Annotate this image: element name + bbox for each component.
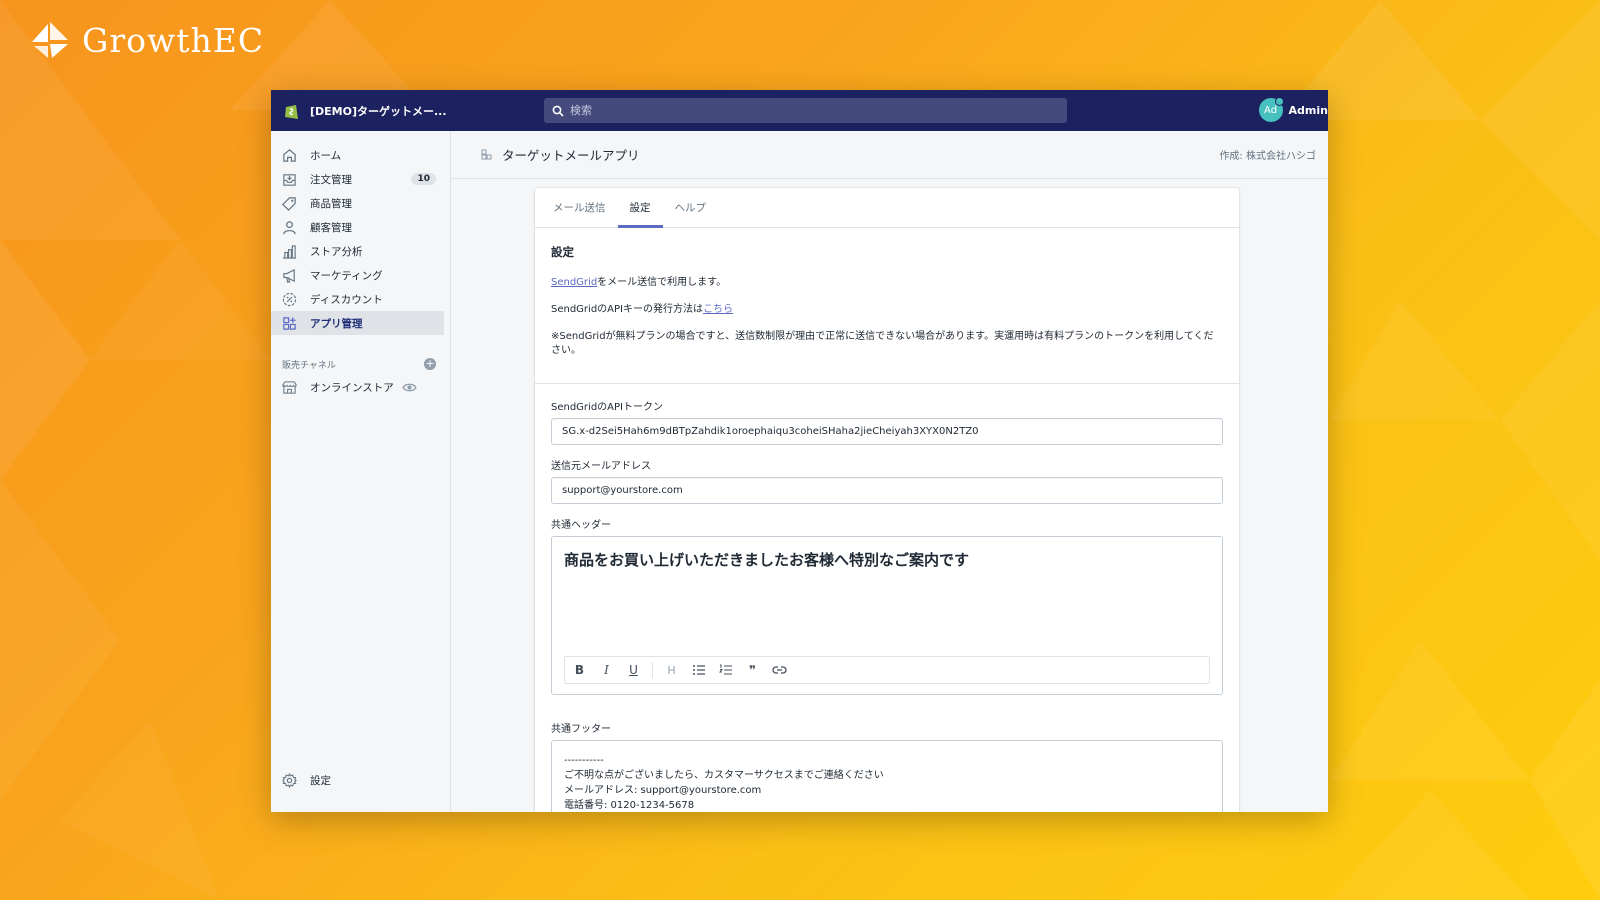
sidebar-item-label: 顧客管理 [310,221,352,234]
sendgrid-usage-rest: をメール送信で利用します。 [597,277,727,288]
section-title: 設定 [551,245,574,259]
common-footer-editor[interactable]: ----------- ご不明な点がございましたら、カスタマーサクセスまでご連絡… [551,740,1223,812]
customer-icon [283,220,296,234]
sidebar-item-discounts[interactable]: ディスカウント [271,287,444,311]
common-footer-label: 共通フッター [551,724,611,735]
add-channel-icon[interactable]: + [424,358,436,370]
megaphone-icon [283,268,295,283]
italic-button[interactable]: I [598,662,615,679]
sidebar-item-label: ディスカウント [310,293,383,306]
bullet-list-button[interactable] [690,662,707,679]
home-icon [283,148,296,162]
sidebar-item-label: 商品管理 [310,197,352,210]
settings-card: メール送信 設定 ヘルプ 設定 SendGridをメール送信で利用します。 Se… [535,188,1239,812]
sidebar-item-online-store[interactable]: オンラインストア [271,375,444,399]
app-title: ターゲットメールアプリ [502,148,640,163]
brand-name: GrowthEC [82,20,265,60]
footer-line: メールアドレス: support@yourstore.com [564,785,762,796]
sales-channels-heading: 販売チャネル + [271,353,450,375]
numbered-list-button[interactable] [717,662,734,679]
avatar[interactable]: Ad [1258,97,1284,122]
settings-info-section: 設定 SendGridをメール送信で利用します。 SendGridのAPIキーの… [535,228,1239,384]
tab-bar: メール送信 設定 ヘルプ [535,188,1239,228]
search-bar[interactable] [544,98,1067,123]
shopify-logo-icon[interactable] [282,101,302,121]
bullet-list-icon [692,665,705,675]
store-name[interactable]: [DEMO]ターゲットメー... [310,103,447,119]
sidebar-item-orders[interactable]: 注文管理 10 [271,167,444,191]
search-icon [552,105,564,117]
api-token-field[interactable] [551,418,1223,445]
gear-icon [282,772,297,788]
eye-icon[interactable] [402,380,417,395]
settings-form: SendGridのAPIトークン 送信元メールアドレス 共通ヘッダー 商品をお買… [535,384,1239,812]
sidebar-item-label: オンラインストア [310,381,394,394]
analytics-icon [282,244,297,259]
app-header: ターゲットメールアプリ 作成: 株式会社ハシゴ [451,131,1328,179]
user-name[interactable]: Admin [1289,104,1328,117]
sender-email-field[interactable] [551,477,1223,504]
sidebar-item-label: 設定 [310,774,331,787]
sidebar-item-customers[interactable]: 顧客管理 [271,215,444,239]
common-header-text[interactable]: 商品をお買い上げいただきましたお客様へ特別なご案内です [552,537,1222,582]
discount-icon [282,292,297,306]
app-window: [DEMO]ターゲットメー... Ad Admin ホーム 注文管理 10 商品… [271,90,1328,812]
tab-settings[interactable]: 設定 [617,188,663,228]
sidebar-item-label: マーケティング [310,269,383,282]
heading-button[interactable]: H [663,662,680,679]
sidebar-item-apps[interactable]: アプリ管理 [271,311,444,335]
quote-button[interactable]: ❞ [744,662,761,679]
footer-line: ----------- [564,755,604,766]
main-content: ターゲットメールアプリ 作成: 株式会社ハシゴ メール送信 設定 ヘルプ 設定 … [451,131,1328,812]
user-menu[interactable]: Ad Admin [1258,97,1328,122]
sidebar-item-label: アプリ管理 [310,317,363,330]
orders-count-badge: 10 [411,173,436,185]
sidebar-item-analytics[interactable]: ストア分析 [271,239,444,263]
sidebar: ホーム 注文管理 10 商品管理 顧客管理 ストア分析 マーケティング ディスカ… [271,131,451,812]
tab-help[interactable]: ヘルプ [663,188,719,227]
toolbar-divider [652,662,653,678]
footer-line: ご不明な点がございましたら、カスタマーサクセスまでご連絡ください [564,770,884,781]
sidebar-item-label: 注文管理 [310,173,352,186]
tag-icon [282,196,296,211]
sendgrid-link[interactable]: SendGrid [551,277,597,288]
brand-logo: GrowthEC [30,20,264,60]
footer-line: 電話番号: 0120-1234-5678 [564,800,695,811]
link-icon [772,666,787,674]
growthec-logo-icon [32,22,68,58]
orders-icon [283,173,296,186]
store-icon [282,380,297,394]
sidebar-item-marketing[interactable]: マーケティング [271,263,444,287]
sendgrid-usage-text: SendGridをメール送信で利用します。 [551,276,1223,290]
sidebar-item-settings[interactable]: 設定 [271,768,444,792]
common-header-editor[interactable]: 商品をお買い上げいただきましたお客様へ特別なご案内です B I U H ❞ [551,536,1223,695]
app-grid-icon [481,149,492,160]
top-bar: [DEMO]ターゲットメー... Ad Admin [271,90,1328,131]
tab-send-mail[interactable]: メール送信 [541,188,618,227]
underline-button[interactable]: U [625,662,642,679]
sidebar-item-home[interactable]: ホーム [271,143,444,167]
rich-text-toolbar: B I U H ❞ [564,656,1210,684]
apps-icon [283,316,296,330]
api-key-howto-text: SendGridのAPIキーの発行方法はこちら [551,303,1223,317]
sidebar-item-label: ホーム [310,149,342,162]
search-input[interactable] [570,104,1050,117]
api-token-label: SendGridのAPIトークン [551,402,663,413]
api-key-howto-link[interactable]: こちら [703,304,733,315]
common-header-label: 共通ヘッダー [551,520,611,531]
numbered-list-icon [718,664,732,675]
link-button[interactable] [771,662,788,679]
free-plan-note: ※SendGridが無料プランの場合ですと、送信数制限が理由で正常に送信できない… [551,331,1214,356]
sales-channels-label: 販売チャネル [282,360,336,371]
api-key-howto-label: SendGridのAPIキーの発行方法は [551,304,703,315]
app-author[interactable]: 作成: 株式会社ハシゴ [1219,147,1316,162]
bold-button[interactable]: B [571,662,588,679]
sidebar-item-label: ストア分析 [310,245,363,258]
sender-email-label: 送信元メールアドレス [551,461,651,472]
sidebar-item-products[interactable]: 商品管理 [271,191,444,215]
